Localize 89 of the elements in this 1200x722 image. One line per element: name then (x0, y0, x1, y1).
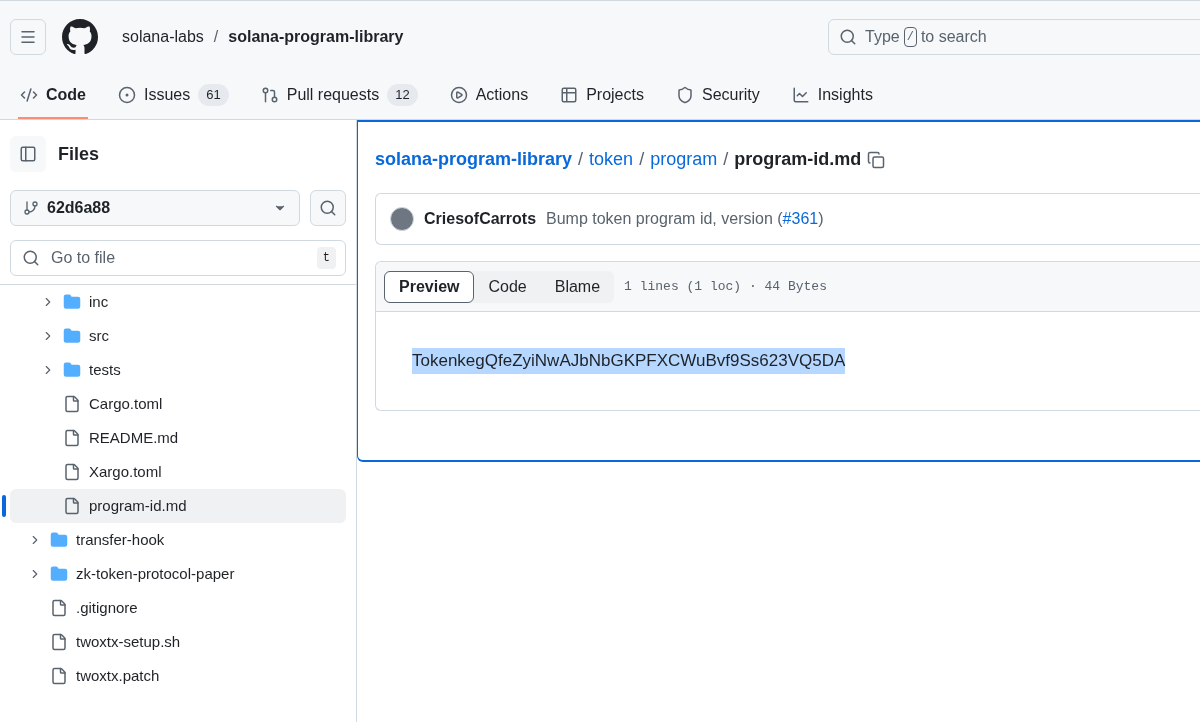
search-button[interactable] (310, 190, 346, 226)
repo-tab[interactable]: Insights (789, 73, 875, 119)
search-icon (22, 249, 40, 267)
tree-row[interactable]: README.md (10, 421, 346, 455)
tree-item-label: README.md (89, 427, 179, 448)
tree-item-label: zk-token-protocol-paper (76, 563, 235, 584)
file-icon (50, 599, 68, 617)
table-icon (560, 86, 579, 104)
view-mode-tab[interactable]: Preview (384, 270, 475, 303)
tree-row[interactable]: transfer-hook (10, 523, 346, 557)
file-icon (50, 633, 68, 651)
branch-selector[interactable]: 62d6a88 (10, 190, 300, 226)
folder-icon (50, 565, 68, 583)
tree-row[interactable]: twoxtx-setup.sh (10, 625, 346, 659)
repo-tab[interactable]: Actions (447, 73, 531, 119)
tree-item-label: twoxtx-setup.sh (76, 631, 181, 652)
repo-tab[interactable]: Code (18, 73, 88, 119)
octocat-logo-icon[interactable] (62, 19, 98, 55)
tree-item-label: Cargo.toml (89, 393, 163, 414)
folder-icon (50, 531, 68, 549)
file-info: 1 lines (1 loc) · 44 Bytes (624, 277, 827, 296)
file-icon (63, 497, 81, 515)
file-icon (63, 429, 81, 447)
current-file-name: program-id.md (734, 148, 862, 171)
tree-item-label: src (89, 325, 109, 346)
search-hint: to search (920, 27, 987, 47)
sidebar-panel-icon (19, 145, 37, 163)
tree-row[interactable]: zk-token-protocol-paper (10, 557, 346, 591)
tree-row[interactable]: twoxtx.patch (10, 659, 346, 693)
path-separator: / (213, 27, 219, 47)
commit-message: Bump token program id, version (#361) (546, 209, 824, 229)
repo-tab[interactable]: Security (673, 73, 762, 119)
folder-icon (63, 293, 81, 311)
branch-icon (23, 200, 39, 216)
shortcut-key: t (316, 247, 336, 269)
sidebar-title: Files (58, 142, 100, 166)
pull-request-icon (260, 86, 279, 104)
repo-tab[interactable]: Projects (558, 73, 646, 119)
commit-author[interactable]: CriesofCarrots (424, 207, 537, 231)
breadcrumb-separator: / (723, 148, 729, 171)
selection-indicator (2, 495, 6, 517)
tree-row[interactable]: src (10, 319, 346, 353)
play-icon (449, 86, 468, 104)
pr-link[interactable]: #361 (782, 210, 819, 227)
tree-item-label: tests (89, 359, 121, 380)
repo-link[interactable]: solana-program-library (228, 25, 404, 49)
view-mode-tab[interactable]: Code (474, 270, 541, 303)
repo-tab[interactable]: Pull requests 12 (258, 73, 420, 119)
issue-circle-icon (118, 86, 136, 104)
breadcrumb-link[interactable]: solana-program-library (375, 146, 573, 173)
breadcrumb-separator: / (639, 148, 645, 171)
avatar (390, 207, 414, 231)
file-icon (63, 463, 81, 481)
tree-item-label: inc (89, 291, 109, 312)
tree-row[interactable]: tests (10, 353, 346, 387)
copy-icon[interactable] (867, 150, 886, 169)
folder-icon (63, 327, 81, 345)
tree-row[interactable]: .gitignore (10, 591, 346, 625)
folder-icon (63, 361, 81, 379)
breadcrumb-separator: / (578, 148, 584, 171)
search-icon (319, 199, 337, 217)
tree-item-label: Xargo.toml (89, 461, 162, 482)
file-content: TokenkegQfeZyiNwAJbNbGKPFXCWuBvf9Ss623VQ5DA (412, 348, 846, 374)
search-hint: Type (865, 27, 900, 47)
menu-button[interactable] (10, 19, 46, 55)
count-badge: 12 (387, 84, 418, 106)
breadcrumb-link[interactable]: program (650, 146, 718, 173)
file-icon (63, 395, 81, 413)
tree-item-label: .gitignore (76, 597, 138, 618)
menu-icon (19, 28, 37, 46)
tree-row[interactable]: Cargo.toml (10, 387, 346, 421)
shortcut-key: / (903, 27, 917, 47)
shield-icon (675, 86, 694, 104)
view-mode-tab[interactable]: Blame (540, 270, 615, 303)
owner-link[interactable]: solana-labs (122, 25, 204, 49)
graph-icon (791, 86, 810, 104)
search-field[interactable]: Type / to search (828, 19, 1200, 55)
repo-tab[interactable]: Issues 61 (116, 73, 231, 119)
tree-row[interactable]: Xargo.toml (10, 455, 346, 489)
search-icon (839, 28, 857, 46)
tree-row[interactable]: inc (10, 285, 346, 319)
tree-item-label: twoxtx.patch (76, 665, 160, 686)
count-badge: 61 (198, 84, 229, 106)
code-icon (20, 86, 38, 104)
tree-item-label: transfer-hook (76, 529, 165, 550)
tree-item-label: program-id.md (89, 495, 187, 516)
breadcrumb-link[interactable]: token (589, 146, 634, 173)
collapse-sidebar-button[interactable] (10, 136, 46, 172)
file-icon (50, 667, 68, 685)
